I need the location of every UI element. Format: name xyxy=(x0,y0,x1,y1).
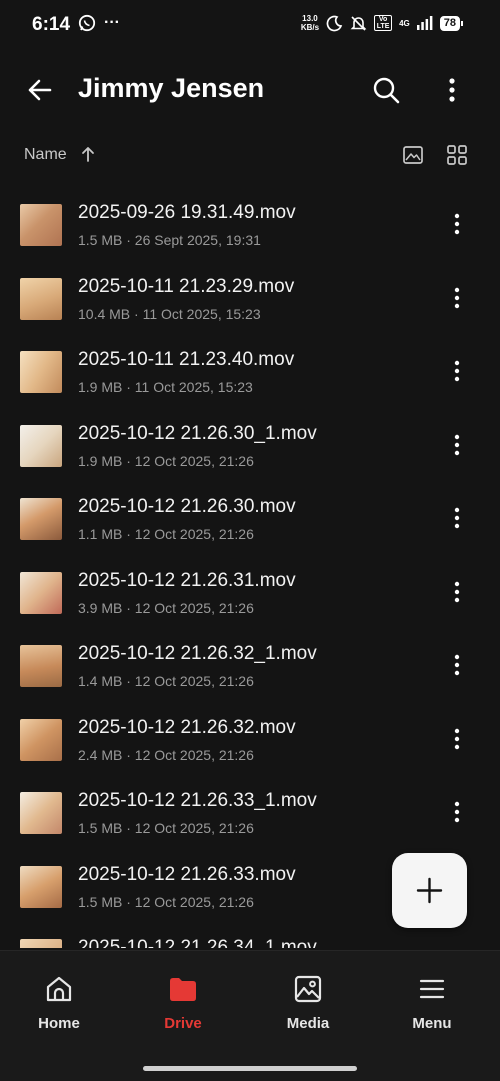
bell-off-icon xyxy=(350,15,367,31)
signal-icon xyxy=(416,16,433,30)
image-icon xyxy=(294,975,322,1003)
file-row[interactable]: 2025-10-12 21.26.30.mov 1.1 MB · 12 Oct … xyxy=(0,482,500,555)
file-name: 2025-10-12 21.26.32_1.mov xyxy=(78,643,317,664)
more-vert-icon[interactable] xyxy=(445,578,469,606)
more-vert-icon[interactable] xyxy=(445,651,469,679)
file-row[interactable]: 2025-10-12 21.26.31.mov 3.9 MB · 12 Oct … xyxy=(0,556,500,629)
nav-item-home[interactable]: Home xyxy=(9,973,109,1043)
more-vert-icon[interactable] xyxy=(445,210,469,238)
file-name: 2025-10-12 21.26.34_1.mov xyxy=(78,937,317,948)
back-button[interactable] xyxy=(24,74,56,106)
video-thumbnail xyxy=(20,498,62,540)
video-thumbnail xyxy=(20,792,62,834)
menu-icon xyxy=(419,979,445,999)
nav-item-media[interactable]: Media xyxy=(258,973,358,1043)
file-meta: 1.5 MB · 12 Oct 2025, 21:26 xyxy=(78,820,254,836)
image-view-icon[interactable] xyxy=(402,144,424,166)
more-vert-icon[interactable] xyxy=(445,284,469,312)
battery-icon: 78 xyxy=(439,15,464,31)
network-type: 4G xyxy=(399,18,410,28)
file-meta: 1.5 MB · 26 Sept 2025, 19:31 xyxy=(78,232,261,248)
nav-label-media: Media xyxy=(286,1015,330,1032)
file-row[interactable]: 2025-10-12 21.26.30_1.mov 1.9 MB · 12 Oc… xyxy=(0,409,500,482)
file-meta: 2.4 MB · 12 Oct 2025, 21:26 xyxy=(78,746,254,763)
file-meta: 1.5 MB · 12 Oct 2025, 21:26 xyxy=(78,893,254,910)
more-vert-icon[interactable] xyxy=(445,725,469,753)
file-name: 2025-10-12 21.26.30_1.mov xyxy=(78,422,317,444)
file-row[interactable]: 2025-10-11 21.23.40.mov 1.9 MB · 11 Oct … xyxy=(0,335,500,408)
home-icon xyxy=(46,976,72,1002)
file-meta: 1.9 MB · 11 Oct 2025, 15:23 xyxy=(78,379,253,395)
nav-label-drive: Drive xyxy=(164,1015,202,1032)
status-time: 6:14 xyxy=(32,14,71,35)
back-arrow-icon xyxy=(28,79,52,101)
whatsapp-icon xyxy=(78,14,96,32)
search-button[interactable] xyxy=(370,74,402,106)
sort-bar: Name xyxy=(0,138,500,172)
more-vert-icon[interactable] xyxy=(445,431,469,459)
file-name: 2025-10-12 21.26.31.mov xyxy=(78,569,296,591)
file-row[interactable]: 2025-10-12 21.26.32_1.mov 1.4 MB · 12 Oc… xyxy=(0,629,500,702)
more-vert-icon xyxy=(449,78,455,102)
video-thumbnail xyxy=(20,939,62,948)
file-name: 2025-10-12 21.26.33.mov xyxy=(78,863,296,885)
video-thumbnail xyxy=(20,718,62,761)
video-thumbnail xyxy=(20,865,62,908)
file-name: 2025-10-11 21.23.40.mov xyxy=(78,349,295,370)
sort-by-name-button[interactable]: Name xyxy=(24,146,67,164)
file-meta: 1.1 MB · 12 Oct 2025, 21:26 xyxy=(78,526,254,542)
grid-view-icon[interactable] xyxy=(446,144,468,166)
more-options-button[interactable] xyxy=(436,74,468,106)
video-thumbnail xyxy=(20,424,62,467)
more-vert-icon[interactable] xyxy=(445,504,469,532)
search-icon xyxy=(373,77,400,104)
moon-icon xyxy=(326,15,343,31)
home-indicator[interactable] xyxy=(143,1066,357,1071)
app-bar: Jimmy Jensen xyxy=(0,60,500,120)
file-name: 2025-09-26 19.31.49.mov xyxy=(78,202,296,223)
bottom-nav: Home Drive Media Menu xyxy=(0,950,500,1081)
video-thumbnail xyxy=(20,645,62,687)
add-button[interactable] xyxy=(392,853,467,928)
file-meta: 1.4 MB · 12 Oct 2025, 21:26 xyxy=(78,673,254,689)
file-name: 2025-10-11 21.23.29.mov xyxy=(78,275,295,297)
video-thumbnail xyxy=(20,351,62,393)
nav-item-menu[interactable]: Menu xyxy=(382,973,482,1043)
file-list: 2025-09-26 19.31.49.mov 1.5 MB · 26 Sept… xyxy=(0,188,500,948)
file-row[interactable]: 2025-10-12 21.26.33_1.mov 1.5 MB · 12 Oc… xyxy=(0,776,500,849)
file-row[interactable]: 2025-09-26 19.31.49.mov 1.5 MB · 26 Sept… xyxy=(0,188,500,261)
nav-label-home: Home xyxy=(38,1015,80,1032)
file-meta: 1.9 MB · 12 Oct 2025, 21:26 xyxy=(78,452,254,469)
folder-icon xyxy=(170,978,196,1001)
video-thumbnail xyxy=(20,277,62,320)
plus-icon xyxy=(416,877,443,904)
file-name: 2025-10-12 21.26.33_1.mov xyxy=(78,790,317,811)
nav-item-drive[interactable]: Drive xyxy=(133,973,233,1043)
more-vert-icon[interactable] xyxy=(445,357,469,385)
file-meta: 3.9 MB · 12 Oct 2025, 21:26 xyxy=(78,599,254,616)
net-speed: 13.0 KB/s xyxy=(300,14,320,32)
more-vert-icon[interactable] xyxy=(445,798,469,826)
file-name: 2025-10-12 21.26.30.mov xyxy=(78,496,296,517)
video-thumbnail xyxy=(20,571,62,614)
nav-label-menu: Menu xyxy=(412,1015,452,1032)
video-thumbnail xyxy=(20,204,62,246)
arrow-up-icon[interactable] xyxy=(78,144,98,164)
volte-icon: Vo LTE xyxy=(374,15,393,31)
file-row[interactable]: 2025-10-12 21.26.32.mov 2.4 MB · 12 Oct … xyxy=(0,703,500,776)
status-bar: 6:14 ··· 13.0 KB/s Vo LTE 4G 78 xyxy=(0,0,500,52)
file-row[interactable]: 2025-10-11 21.23.29.mov 10.4 MB · 11 Oct… xyxy=(0,262,500,335)
file-meta: 10.4 MB · 11 Oct 2025, 15:23 xyxy=(78,305,261,322)
file-name: 2025-10-12 21.26.32.mov xyxy=(78,716,296,738)
page-title: Jimmy Jensen xyxy=(78,73,265,103)
notification-dots-icon: ··· xyxy=(104,14,120,31)
